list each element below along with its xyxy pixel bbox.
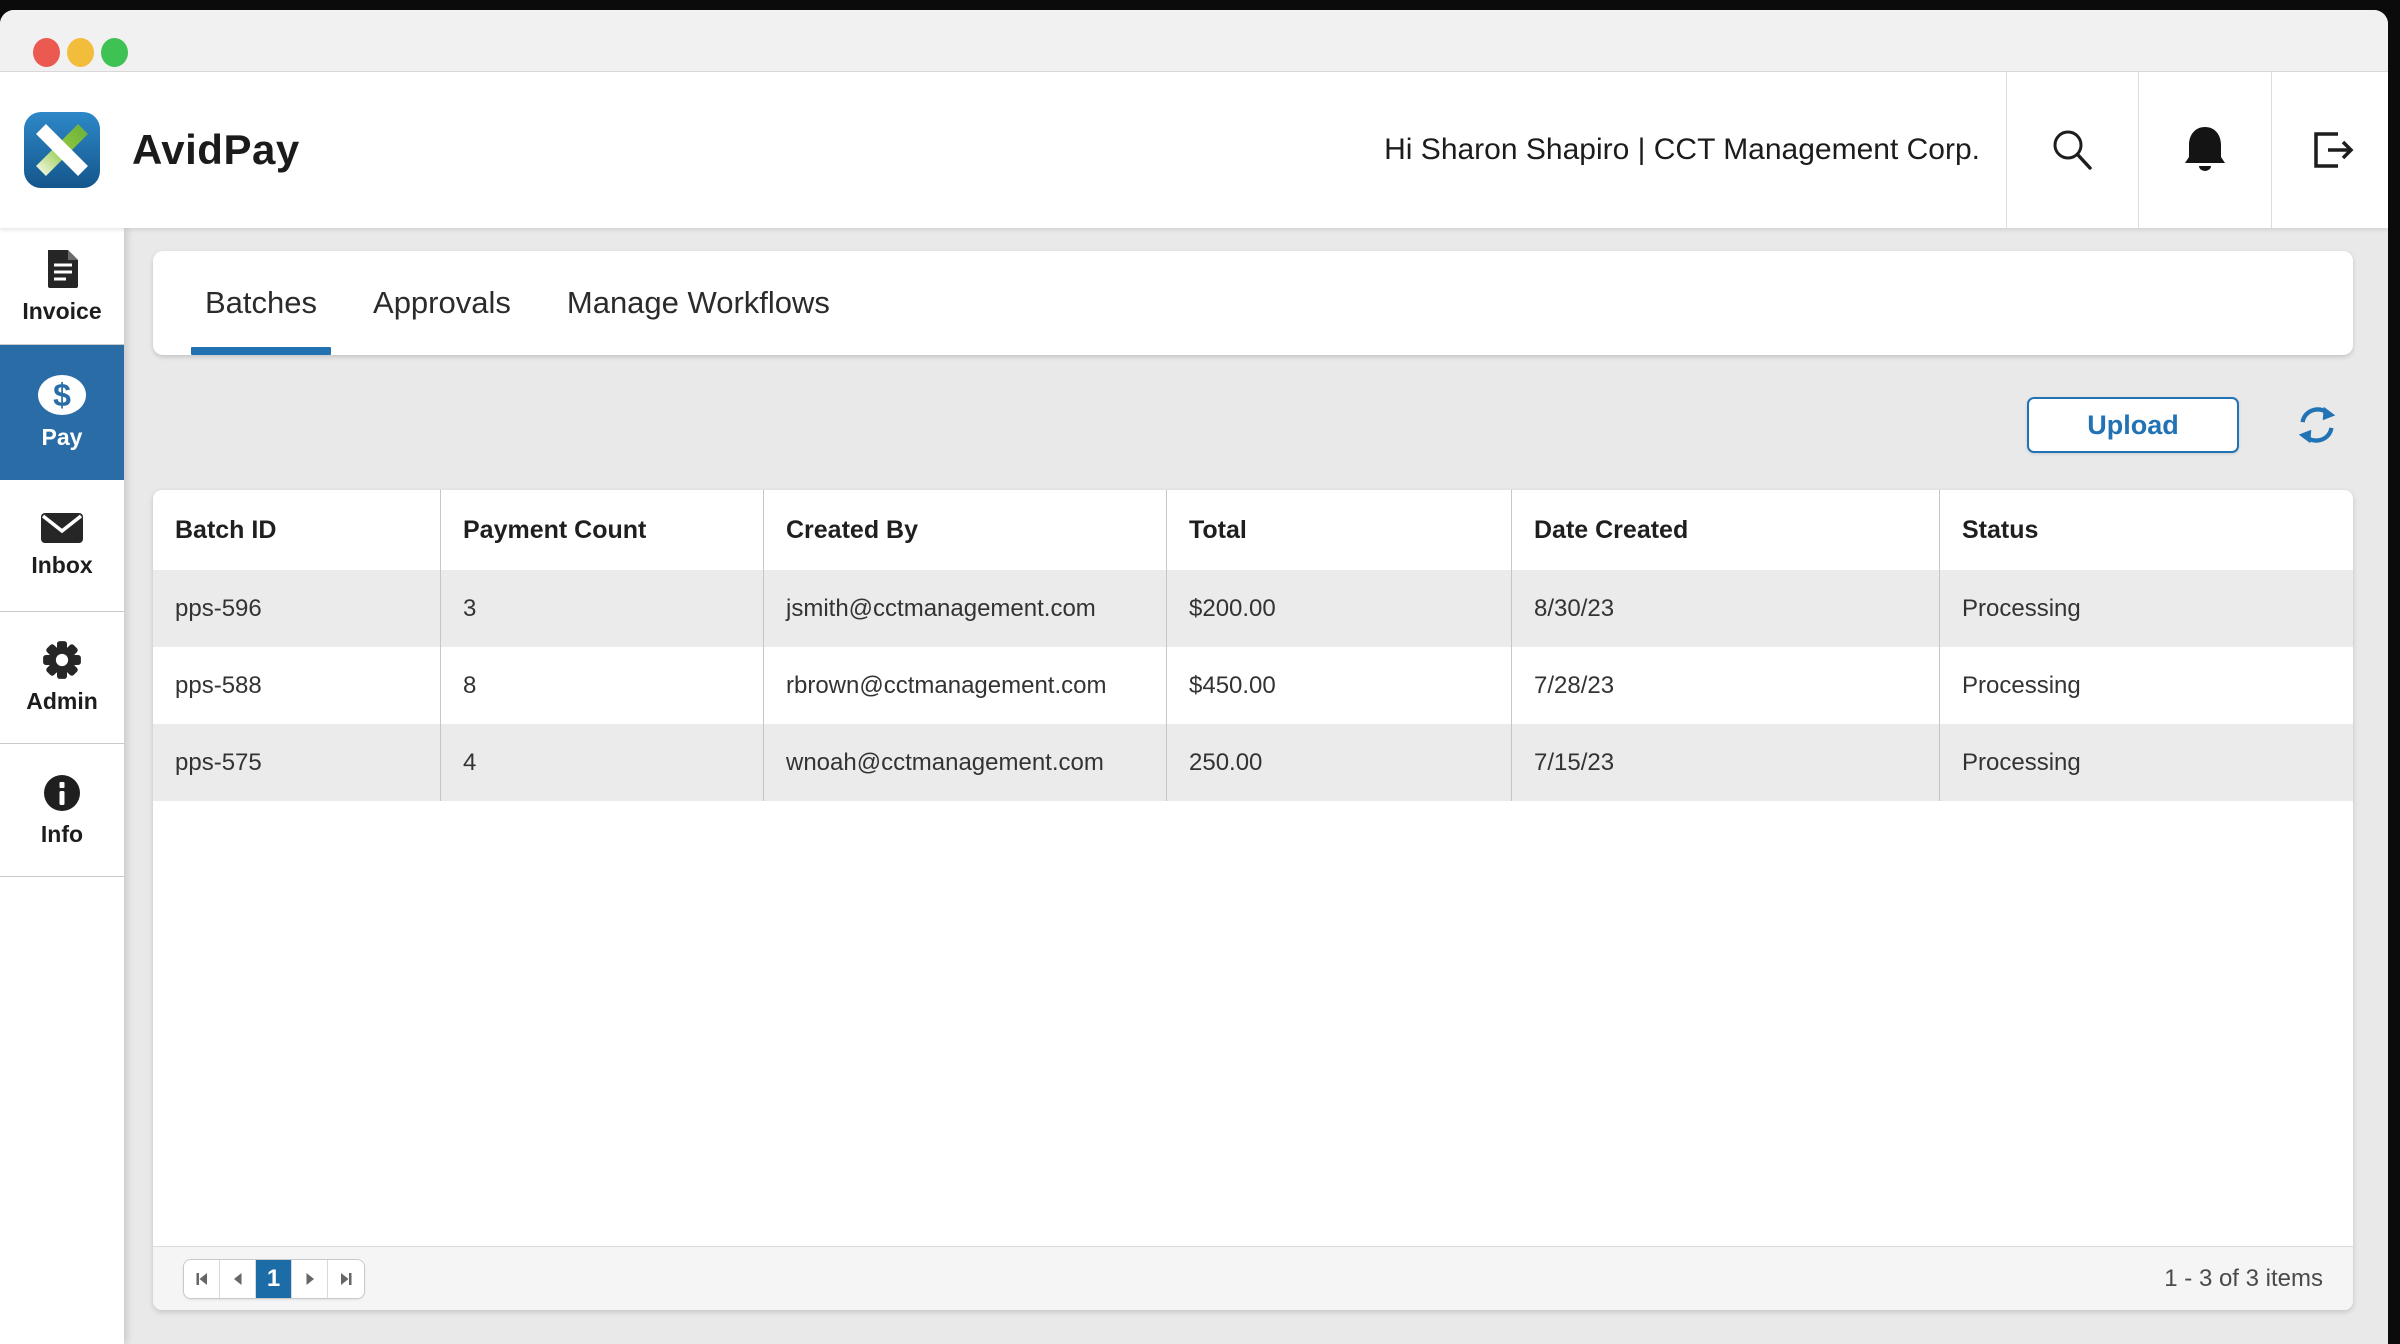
invoice-document-icon [48,249,78,288]
tab-label: Approvals [373,285,511,320]
active-tab-underline [191,347,332,355]
first-page-button[interactable] [184,1259,220,1298]
bell-icon [2185,127,2225,171]
cell-total: $200.00 [1167,570,1512,647]
previous-page-button[interactable] [220,1259,256,1298]
next-page-button[interactable] [292,1259,328,1298]
cell-batch-id: pps-575 [153,724,441,801]
prev-page-icon [233,1272,241,1285]
sidebar-item-inbox[interactable]: Inbox [0,480,124,612]
main-content: Batches Approvals Manage Workflows Uploa… [124,228,2388,1344]
first-page-icon [196,1272,207,1285]
sidebar-item-info[interactable]: Info [0,744,124,877]
column-header-date-created[interactable]: Date Created [1512,490,1940,570]
tab-batches[interactable]: Batches [177,251,345,355]
cell-status: Processing [1962,748,2081,776]
sidebar-item-label: Invoice [22,297,102,324]
cell-date-created: 8/30/23 [1512,570,1940,647]
column-header-status[interactable]: Status [1940,490,2353,570]
batches-table: Batch ID Payment Count Created By Total … [153,490,2353,1310]
cell-date-created: 7/15/23 [1512,724,1940,801]
avidxchange-logo-icon [24,112,100,188]
items-count-label: 1 - 3 of 3 items [2164,1264,2323,1292]
sidebar-item-label: Inbox [31,552,93,578]
cell-created-by: jsmith@cctmanagement.com [764,570,1167,647]
table-row[interactable]: pps-575 4 wnoah@cctmanagement.com 250.00… [153,724,2353,801]
cell-payment-count: 8 [441,647,764,724]
zoom-window-button[interactable] [101,38,128,67]
next-page-icon [306,1272,314,1285]
tab-manage-workflows[interactable]: Manage Workflows [539,251,858,355]
tab-label: Batches [205,285,318,320]
cell-created-by: rbrown@cctmanagement.com [764,647,1167,724]
cell-status: Processing [1962,594,2081,622]
column-header-payment-count[interactable]: Payment Count [441,490,764,570]
notifications-button[interactable] [2139,72,2271,228]
screen: AvidPay Hi Sharon Shapiro | CCT Manageme… [0,0,2400,1344]
upload-button[interactable]: Upload [2027,397,2239,453]
refresh-icon[interactable] [2294,402,2340,448]
pager: 1 [183,1258,365,1299]
cell-total: $450.00 [1167,647,1512,724]
last-page-icon [341,1272,352,1285]
page-number-button[interactable]: 1 [256,1259,292,1298]
app-header: AvidPay Hi Sharon Shapiro | CCT Manageme… [0,72,2388,228]
info-circle-icon [44,774,80,811]
sidebar-item-label: Admin [26,688,98,714]
cell-batch-id: pps-588 [153,647,441,724]
app-window: AvidPay Hi Sharon Shapiro | CCT Manageme… [0,10,2388,1344]
app-title: AvidPay [132,126,300,173]
cell-total: 250.00 [1167,724,1512,801]
cell-created-by: wnoah@cctmanagement.com [764,724,1167,801]
gear-icon [43,641,81,679]
table-header-row: Batch ID Payment Count Created By Total … [153,490,2353,570]
sidebar-item-label: Info [40,820,84,847]
cell-payment-count: 4 [441,724,764,801]
column-header-total[interactable]: Total [1167,490,1512,570]
cell-date-created: 7/28/23 [1512,647,1940,724]
logout-button[interactable] [2272,72,2388,228]
table-row[interactable]: pps-588 8 rbrown@cctmanagement.com $450.… [153,647,2353,724]
tab-approvals[interactable]: Approvals [345,251,539,355]
cell-payment-count: 3 [441,570,764,647]
minimize-window-button[interactable] [67,38,94,67]
sidebar-nav: Invoice $ Pay Inbox Admin Info [0,228,124,1344]
sidebar-item-pay[interactable]: $ Pay [0,345,124,480]
column-header-batch-id[interactable]: Batch ID [153,490,441,570]
pagination-bar: 1 1 - 3 of 3 items [153,1246,2353,1310]
window-titlebar [0,10,2388,72]
table-row[interactable]: pps-596 3 jsmith@cctmanagement.com $200.… [153,570,2353,647]
sidebar-item-invoice[interactable]: Invoice [0,228,124,345]
cell-status: Processing [1962,671,2081,699]
svg-text:$: $ [53,377,71,413]
dollar-circle-icon: $ [38,375,86,415]
sidebar-item-admin[interactable]: Admin [0,612,124,744]
search-icon [2053,130,2092,170]
sidebar-item-label: Pay [41,424,83,450]
user-greeting: Hi Sharon Shapiro | CCT Management Corp. [1384,133,1980,166]
close-window-button[interactable] [33,38,60,67]
envelope-icon [41,513,83,543]
cell-batch-id: pps-596 [153,570,441,647]
search-button[interactable] [2007,72,2138,228]
header-actions: Hi Sharon Shapiro | CCT Management Corp. [1384,72,2388,228]
logout-icon [2314,132,2354,168]
column-header-created-by[interactable]: Created By [764,490,1167,570]
tab-bar: Batches Approvals Manage Workflows [153,251,2353,355]
tab-label: Manage Workflows [566,285,830,320]
last-page-button[interactable] [328,1259,364,1298]
sidebar-filler [0,877,124,1344]
